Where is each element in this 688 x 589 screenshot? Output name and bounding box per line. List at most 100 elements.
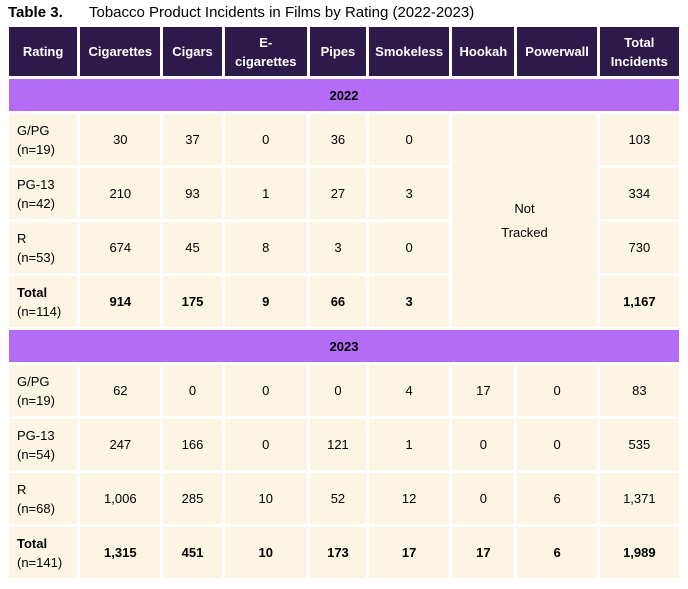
header-rating: Rating bbox=[9, 27, 78, 76]
smokeless-cell: 17 bbox=[369, 527, 450, 578]
cigarettes-cell: 1,006 bbox=[80, 473, 161, 524]
table-caption: Table 3. Tobacco Product Incidents in Fil… bbox=[8, 4, 474, 22]
total-cell: 334 bbox=[599, 168, 679, 219]
total-cell: 730 bbox=[599, 222, 679, 273]
rating-cell: R (n=53) bbox=[9, 222, 78, 273]
header-smokeless: Smokeless bbox=[369, 27, 450, 76]
table-row: G/PG (n=19) 30 37 0 36 0 Not Tracked 103 bbox=[9, 114, 679, 327]
total-cell: 103 bbox=[599, 114, 679, 165]
not-tracked-line2: Tracked bbox=[501, 224, 548, 240]
not-tracked-line1: Not bbox=[514, 200, 535, 216]
cigarettes-cell: 1,315 bbox=[80, 527, 161, 578]
pipes-cell: 36 bbox=[309, 114, 367, 165]
table-title: Tobacco Product Incidents in Films by Ra… bbox=[89, 4, 475, 21]
smokeless-cell: 3 bbox=[369, 276, 450, 327]
rating-cell: PG-13 (n=42) bbox=[9, 168, 78, 219]
not-tracked-cell: Not Tracked bbox=[452, 114, 597, 327]
e-cigarettes-cell: 8 bbox=[224, 222, 307, 273]
smokeless-cell: 12 bbox=[369, 473, 450, 524]
header-cigars: Cigars bbox=[163, 27, 222, 76]
cigars-cell: 451 bbox=[163, 527, 222, 578]
rating-count: (n=114) bbox=[17, 303, 62, 319]
pipes-cell: 121 bbox=[309, 419, 367, 470]
header-total-line1: Total bbox=[624, 34, 655, 50]
cigars-cell: 37 bbox=[163, 114, 222, 165]
header-e-cigarettes: E-cigarettes bbox=[224, 27, 307, 76]
rating-count: (n=53) bbox=[17, 249, 55, 265]
e-cigarettes-cell: 9 bbox=[224, 276, 307, 327]
rating-label: Total bbox=[17, 535, 48, 551]
cigarettes-cell: 210 bbox=[80, 168, 161, 219]
rating-count: (n=141) bbox=[17, 554, 63, 570]
rating-label: G/PG bbox=[17, 373, 50, 389]
total-cell: 535 bbox=[599, 419, 679, 470]
cigarettes-cell: 914 bbox=[80, 276, 161, 327]
rating-label: Total bbox=[17, 284, 48, 300]
hookah-cell: 17 bbox=[452, 527, 515, 578]
hookah-cell: 17 bbox=[452, 365, 515, 416]
hookah-cell: 0 bbox=[452, 473, 515, 524]
rating-cell: R (n=68) bbox=[9, 473, 78, 524]
total-cell: 1,989 bbox=[599, 527, 679, 578]
powerwall-cell: 6 bbox=[517, 527, 597, 578]
cigarettes-cell: 30 bbox=[80, 114, 161, 165]
pipes-cell: 66 bbox=[309, 276, 367, 327]
header-e-cigarettes-line1: E- bbox=[259, 34, 273, 50]
pipes-cell: 0 bbox=[309, 365, 367, 416]
table-row: R (n=68) 1,006 285 10 52 12 0 6 1,371 bbox=[9, 473, 679, 524]
year-row-2022: 2022 bbox=[9, 79, 679, 111]
cigars-cell: 45 bbox=[163, 222, 222, 273]
year-row-2023: 2023 bbox=[9, 330, 679, 362]
header-pipes: Pipes bbox=[309, 27, 367, 76]
powerwall-cell: 0 bbox=[517, 365, 597, 416]
e-cigarettes-cell: 10 bbox=[224, 527, 307, 578]
year-label-2022: 2022 bbox=[9, 79, 679, 111]
pipes-cell: 3 bbox=[309, 222, 367, 273]
header-total-line2: Incidents bbox=[610, 53, 668, 69]
pipes-cell: 52 bbox=[309, 473, 367, 524]
rating-count: (n=68) bbox=[17, 500, 55, 516]
rating-label: PG-13 bbox=[17, 176, 55, 192]
rating-count: (n=19) bbox=[17, 141, 55, 157]
cigarettes-cell: 62 bbox=[80, 365, 161, 416]
cigars-cell: 93 bbox=[163, 168, 222, 219]
header-total-incidents: Total Incidents bbox=[599, 27, 679, 76]
rating-count: (n=19) bbox=[17, 392, 55, 408]
rating-label: R bbox=[17, 481, 27, 497]
smokeless-cell: 3 bbox=[369, 168, 450, 219]
cigarettes-cell: 674 bbox=[80, 222, 161, 273]
smokeless-cell: 0 bbox=[369, 114, 450, 165]
rating-count: (n=42) bbox=[17, 195, 55, 211]
total-row-2023: Total (n=141) 1,315 451 10 173 17 17 6 1,… bbox=[9, 527, 679, 578]
rating-cell: G/PG (n=19) bbox=[9, 365, 78, 416]
total-cell: 1,371 bbox=[599, 473, 679, 524]
header-e-cigarettes-line2: cigarettes bbox=[235, 53, 297, 69]
powerwall-cell: 6 bbox=[517, 473, 597, 524]
cigars-cell: 285 bbox=[163, 473, 222, 524]
smokeless-cell: 0 bbox=[369, 222, 450, 273]
e-cigarettes-cell: 0 bbox=[224, 114, 307, 165]
table-number: Table 3. bbox=[8, 4, 63, 21]
pipes-cell: 27 bbox=[309, 168, 367, 219]
cigars-cell: 175 bbox=[163, 276, 222, 327]
header-row: Rating Cigarettes Cigars E-cigarettes Pi… bbox=[9, 27, 679, 76]
e-cigarettes-cell: 0 bbox=[224, 365, 307, 416]
year-label-2023: 2023 bbox=[9, 330, 679, 362]
rating-label: PG-13 bbox=[17, 427, 55, 443]
header-cigarettes: Cigarettes bbox=[80, 27, 161, 76]
cigarettes-cell: 247 bbox=[80, 419, 161, 470]
rating-cell: PG-13 (n=54) bbox=[9, 419, 78, 470]
header-powerwall: Powerwall bbox=[517, 27, 597, 76]
tobacco-incidents-table: Rating Cigarettes Cigars E-cigarettes Pi… bbox=[6, 24, 682, 581]
e-cigarettes-cell: 10 bbox=[224, 473, 307, 524]
cigars-cell: 166 bbox=[163, 419, 222, 470]
table-row: PG-13 (n=54) 247 166 0 121 1 0 0 535 bbox=[9, 419, 679, 470]
rating-label: G/PG bbox=[17, 122, 50, 138]
hookah-cell: 0 bbox=[452, 419, 515, 470]
pipes-cell: 173 bbox=[309, 527, 367, 578]
smokeless-cell: 1 bbox=[369, 419, 450, 470]
e-cigarettes-cell: 0 bbox=[224, 419, 307, 470]
total-cell: 83 bbox=[599, 365, 679, 416]
smokeless-cell: 4 bbox=[369, 365, 450, 416]
table-row: G/PG (n=19) 62 0 0 0 4 17 0 83 bbox=[9, 365, 679, 416]
